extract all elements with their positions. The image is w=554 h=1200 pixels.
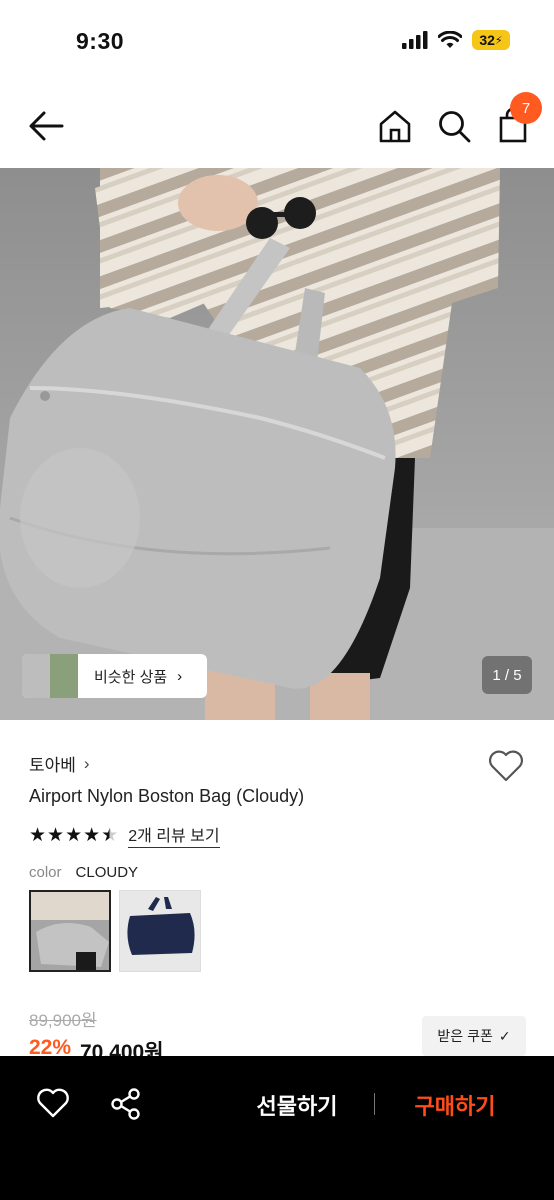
top-nav [0, 84, 554, 168]
buy-button[interactable]: 구매하기 [400, 1088, 510, 1122]
battery-icon: 32 ⚡ [472, 30, 510, 50]
cart-count-badge: 7 [510, 92, 542, 124]
coupon-button[interactable]: 받은 쿠폰 ✓ [422, 1016, 526, 1056]
product-photo-illustration [0, 168, 554, 720]
brand-name: 토아베 [29, 756, 76, 775]
star-icon: ★ [47, 824, 65, 846]
star-icon: ★ [65, 824, 83, 846]
chevron-right-icon: › [177, 667, 183, 685]
rating-row: ★ ★ ★ ★ ★ 2개 리뷰 보기 [29, 822, 220, 848]
rating-stars: ★ ★ ★ ★ ★ [29, 824, 118, 847]
status-bar: 9:30 32 ⚡ [0, 0, 554, 84]
bottom-action-bar [0, 1056, 554, 1200]
original-price: 89,900원 [29, 1011, 97, 1030]
product-title: Airport Nylon Boston Bag (Cloudy) [29, 786, 305, 806]
heart-icon[interactable] [36, 1087, 70, 1119]
back-arrow-icon[interactable] [26, 108, 66, 144]
image-counter: 1 / 5 [482, 656, 532, 694]
status-time: 9:30 [76, 28, 125, 54]
option-key: color [29, 864, 62, 881]
gift-button[interactable]: 선물하기 [238, 1088, 356, 1122]
share-icon[interactable] [110, 1088, 142, 1120]
navy-swatch[interactable] [119, 890, 201, 972]
coupon-label: 받은 쿠폰 [437, 1028, 493, 1044]
status-icons: 32 ⚡ [402, 30, 510, 50]
signal-icon [402, 31, 428, 49]
similar-products-button[interactable]: 비슷한 상품 › [22, 654, 207, 698]
wifi-icon [438, 31, 462, 48]
wishlist-heart-icon[interactable] [487, 748, 525, 784]
star-icon: ★ [29, 824, 47, 846]
chevron-right-icon: › [83, 753, 90, 773]
check-icon: ✓ [498, 1027, 511, 1044]
battery-level: 32 [479, 32, 495, 48]
divider [374, 1093, 375, 1115]
similar-products-label: 비슷한 상품 [94, 668, 168, 686]
similar-thumbnails [22, 654, 78, 698]
brand-link[interactable]: 토아베 › [29, 751, 90, 776]
review-link[interactable]: 2개 리뷰 보기 [128, 822, 220, 848]
option-value: CLOUDY [75, 864, 139, 881]
cloudy-swatch[interactable] [29, 890, 111, 972]
star-icon: ★ [83, 824, 101, 846]
home-icon[interactable] [376, 108, 414, 146]
product-image[interactable] [0, 168, 554, 720]
search-icon[interactable] [436, 108, 472, 144]
half-star-icon: ★ [101, 824, 119, 846]
color-option: color CLOUDY [29, 864, 138, 881]
